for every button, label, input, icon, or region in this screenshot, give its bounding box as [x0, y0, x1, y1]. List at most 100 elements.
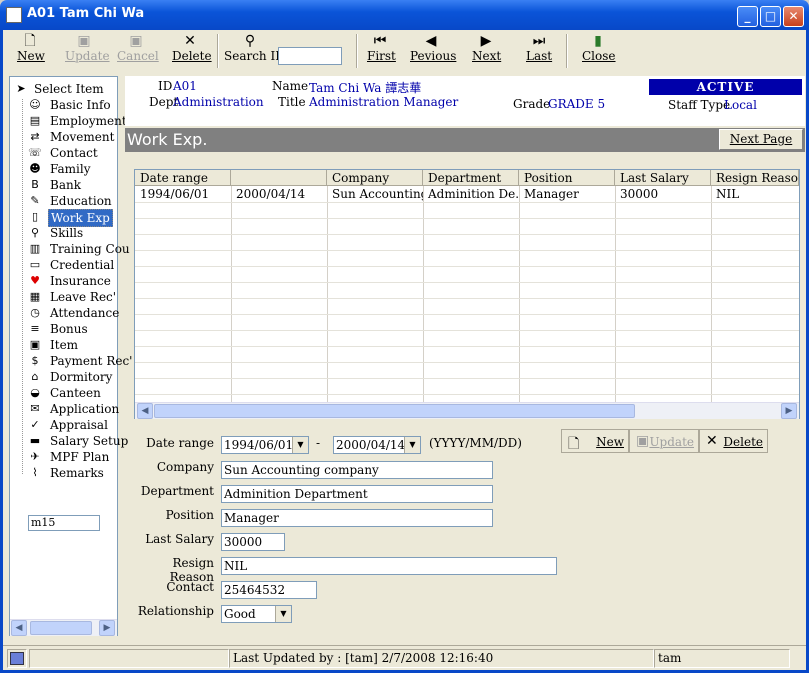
form-new-button[interactable]: 🗋 New: [561, 429, 629, 453]
sidebar-item[interactable]: ♥ Insurance: [14, 273, 118, 289]
relationship-select[interactable]: Good ▼: [221, 605, 292, 623]
sidebar-item[interactable]: ⌂ Dormitory: [14, 369, 118, 385]
scroll-right-arrow-icon[interactable]: ▶: [781, 403, 797, 419]
dropdown-arrow-icon[interactable]: ▼: [292, 437, 308, 453]
column-header[interactable]: Resign Reason: [711, 170, 799, 186]
sidebar-item[interactable]: ➤ Select Item: [14, 81, 118, 97]
last-button[interactable]: ⏭ Last: [526, 34, 552, 68]
first-button[interactable]: ⏮ First: [367, 34, 396, 68]
payment-icon: $: [31, 354, 39, 367]
sidebar-item[interactable]: ▥ Training Cou: [14, 241, 130, 257]
sidebar-item[interactable]: ▤ Employment: [14, 113, 127, 129]
table-cell[interactable]: 1994/06/01: [135, 186, 231, 202]
sidebar-item[interactable]: B Bank: [14, 177, 118, 193]
bank-icon: B: [31, 178, 39, 191]
minimize-button[interactable]: _: [737, 6, 758, 27]
detail-form: Date range 1994/06/01 ▼ - 2000/04/14 ▼ (…: [134, 425, 800, 634]
sidebar-item[interactable]: ☻ Family: [14, 161, 118, 177]
search-id-button[interactable]: ⚲ Search ID: [224, 34, 285, 68]
update-button[interactable]: ▣ Update: [65, 34, 110, 68]
column-header[interactable]: Position: [519, 170, 615, 186]
relationship-label: Relationship: [137, 604, 214, 618]
sidebar-item[interactable]: ⌇ Remarks: [14, 465, 118, 481]
scroll-left-arrow-icon[interactable]: ◀: [137, 403, 153, 419]
previous-button[interactable]: ◀ Pevious: [410, 34, 456, 68]
dropdown-arrow-icon[interactable]: ▼: [404, 437, 420, 453]
column-header[interactable]: Company: [327, 170, 423, 186]
column-header[interactable]: [231, 170, 327, 186]
sidebar-item[interactable]: ✎ Education: [14, 193, 118, 209]
contact-field[interactable]: 25464532: [221, 581, 317, 599]
sidebar-item[interactable]: ▬ Salary Setup: [14, 433, 128, 449]
grid-hscrollbar[interactable]: ◀ ▶: [135, 402, 799, 419]
sidebar-item[interactable]: ✓ Appraisal: [14, 417, 118, 433]
close-button[interactable]: ▮ Close: [582, 34, 616, 68]
column-header[interactable]: Last Salary: [615, 170, 711, 186]
sidebar-item[interactable]: ✈ MPF Plan: [14, 449, 118, 465]
sidebar-item[interactable]: ☺ Basic Info: [14, 97, 118, 113]
close-window-button[interactable]: ✕: [783, 6, 804, 27]
table-cell[interactable]: Manager: [519, 186, 615, 202]
sidebar-item[interactable]: ⚲ Skills: [14, 225, 118, 241]
table-cell[interactable]: Adminition De...: [423, 186, 519, 202]
date-to-select[interactable]: 2000/04/14 ▼: [333, 436, 421, 454]
sidebar-input[interactable]: m15: [28, 515, 100, 531]
dropdown-arrow-icon[interactable]: ▼: [275, 606, 291, 622]
sidebar-item[interactable]: ◒ Canteen: [14, 385, 118, 401]
sidebar-item-label: Payment Rec': [50, 354, 133, 368]
heart-icon: ♥: [30, 274, 40, 287]
section-title: Work Exp.: [127, 130, 208, 149]
work-exp-grid[interactable]: ◀ ▶ Date range Company Department Position L…: [134, 169, 800, 419]
department-field[interactable]: Adminition Department: [221, 485, 493, 503]
sidebar-item[interactable]: ✉ Application: [14, 401, 119, 417]
sidebar-item[interactable]: ☏ Contact: [14, 145, 118, 161]
table-cell[interactable]: NIL: [711, 186, 799, 202]
sidebar-item[interactable]: ⇄ Movement: [14, 129, 118, 145]
scroll-right-arrow-icon[interactable]: ▶: [99, 620, 115, 636]
column-header[interactable]: Department: [423, 170, 519, 186]
status-panel-empty: [29, 649, 229, 668]
next-page-button[interactable]: Next Page: [719, 129, 803, 150]
sidebar-item[interactable]: ▭ Credential: [14, 257, 118, 273]
tree-list: ➤ Select Item ☺ Basic Info ▤ Employment ⇄ Movem…: [14, 81, 133, 481]
next-button[interactable]: ▶ Next: [472, 34, 501, 68]
maximize-button[interactable]: □: [760, 6, 781, 27]
column-header[interactable]: Date range: [135, 170, 231, 186]
form-delete-button[interactable]: ✕ Delete: [699, 429, 768, 453]
position-field[interactable]: Manager: [221, 509, 493, 527]
new-button[interactable]: 🗋 New: [17, 34, 45, 68]
form-update-button[interactable]: ▣ Update: [629, 429, 699, 453]
sidebar-item-label: MPF Plan: [50, 450, 110, 464]
search-id-input[interactable]: [278, 47, 342, 65]
sidebar-hscrollbar[interactable]: ◀ ▶: [10, 619, 117, 636]
company-field[interactable]: Sun Accounting company: [221, 461, 493, 479]
last-salary-field[interactable]: 30000: [221, 533, 285, 551]
arrow-cursor-icon: ➤: [16, 82, 26, 95]
sidebar-item[interactable]: ▯ Work Exp: [14, 209, 118, 227]
table-cell[interactable]: Sun Accounting...: [327, 186, 423, 202]
date-format-hint: (YYYY/MM/DD): [429, 436, 522, 450]
sidebar-item[interactable]: $ Payment Rec': [14, 353, 133, 369]
scroll-thumb[interactable]: [30, 621, 92, 635]
sidebar-item-label: Leave Rec': [50, 290, 117, 304]
toolbar-separator: [217, 34, 219, 68]
sidebar-item[interactable]: ◷ Attendance: [14, 305, 119, 321]
table-cell[interactable]: 30000: [615, 186, 711, 202]
resign-reason-field[interactable]: NIL: [221, 557, 557, 575]
delete-button[interactable]: ✕ Delete: [172, 33, 212, 68]
date-from-select[interactable]: 1994/06/01 ▼: [221, 436, 309, 454]
sidebar-item[interactable]: ≡ Bonus: [14, 321, 118, 337]
table-cell[interactable]: 2000/04/14: [231, 186, 327, 202]
sidebar-item-label: Appraisal: [50, 418, 108, 432]
scroll-left-arrow-icon[interactable]: ◀: [11, 620, 27, 636]
scroll-thumb[interactable]: [154, 404, 635, 418]
delete-x-icon: ✕: [184, 33, 196, 49]
skills-icon: ⚲: [30, 226, 40, 239]
cancel-button[interactable]: ▣ Cancel: [117, 34, 159, 68]
paperclip-icon: ⌇: [32, 466, 38, 479]
sidebar-item[interactable]: ▣ Item: [14, 337, 118, 353]
sidebar-item-label: Remarks: [50, 466, 104, 480]
date-range-label: Date range: [146, 436, 214, 450]
sidebar-item[interactable]: ▦ Leave Rec': [14, 289, 118, 305]
sidebar-item-label: Contact: [50, 146, 98, 160]
